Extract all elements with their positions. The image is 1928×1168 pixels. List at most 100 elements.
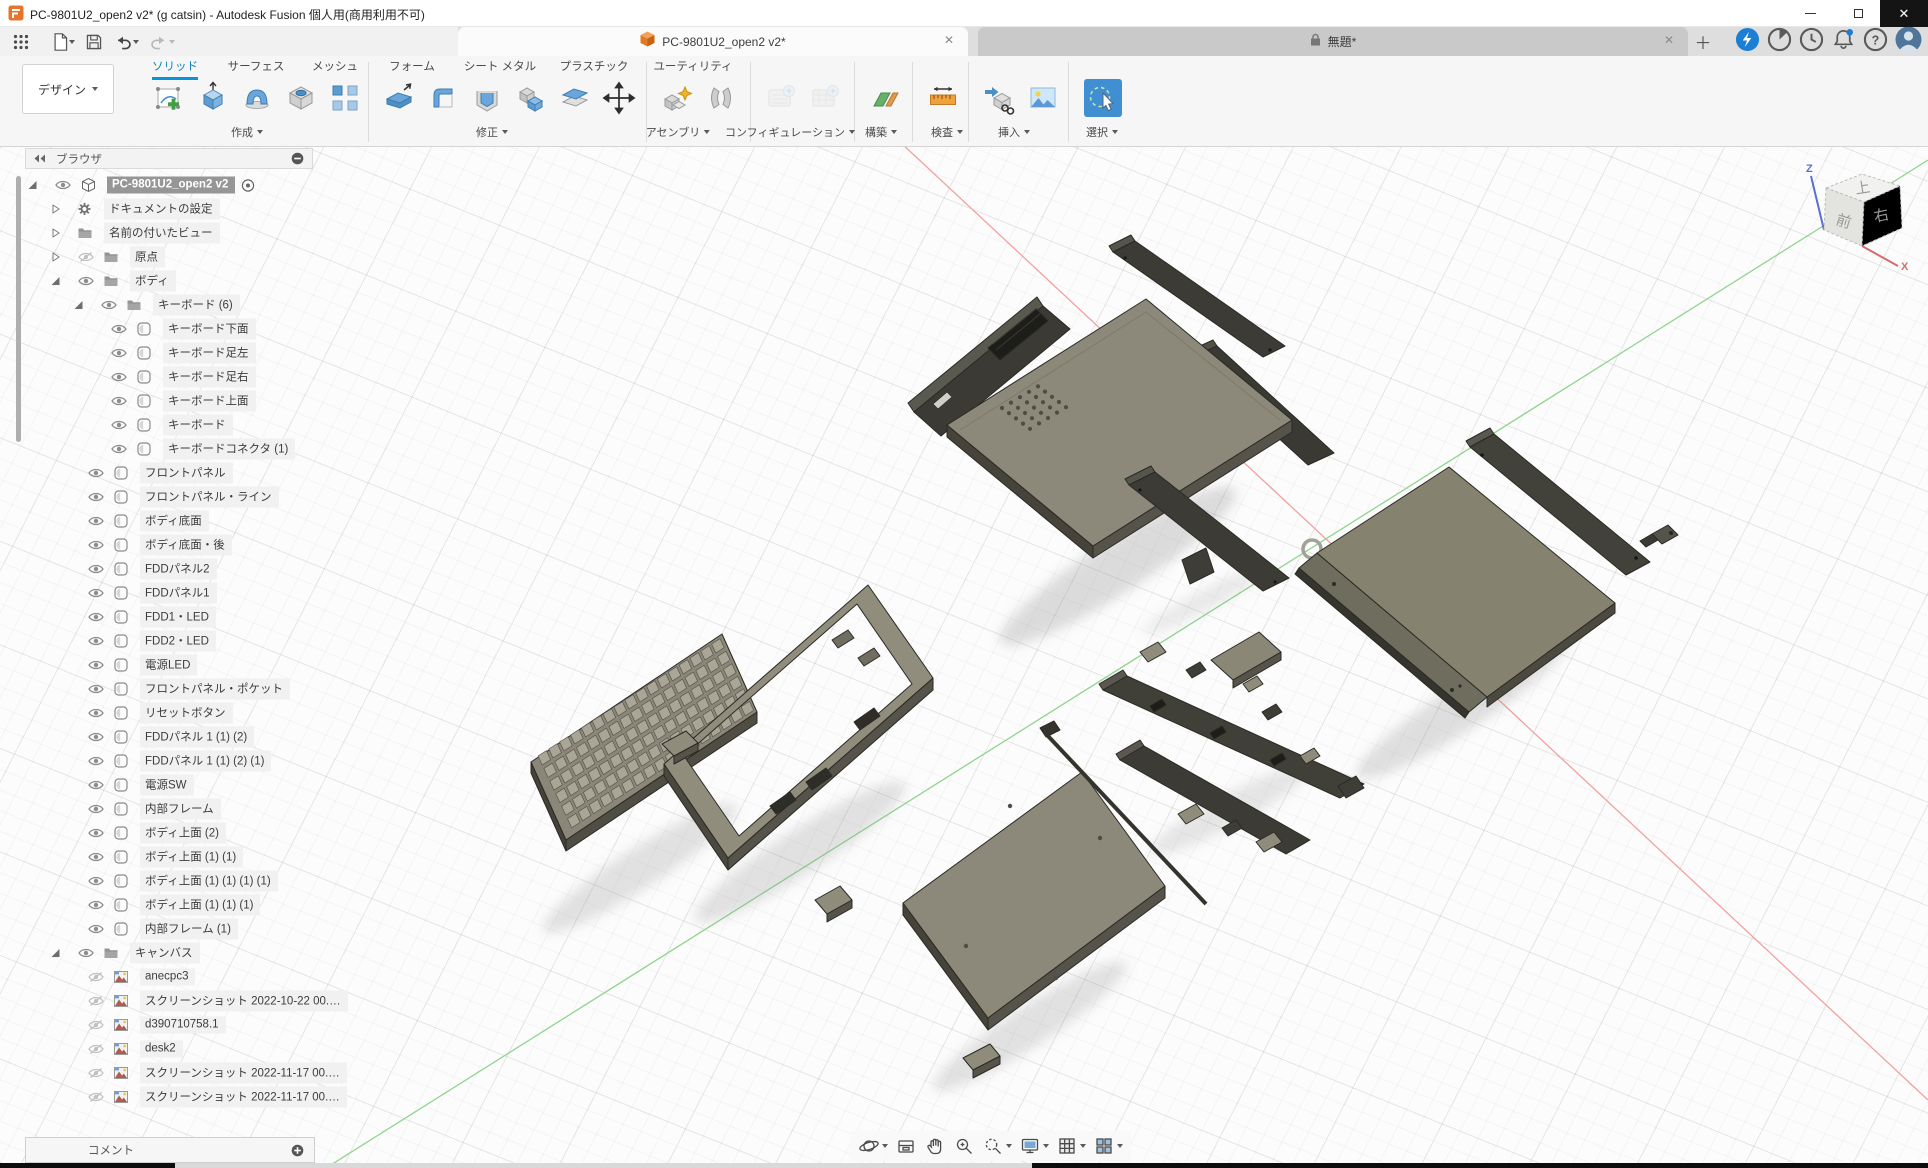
visibility-eye-icon[interactable] <box>111 420 127 431</box>
move-icon[interactable] <box>600 79 638 117</box>
look-at-icon[interactable] <box>893 1133 919 1159</box>
ribbon-tab-2[interactable]: サーフェス <box>228 58 285 77</box>
browser-tree-item[interactable]: ボディ底面・後 <box>0 533 340 557</box>
create-sketch-icon[interactable] <box>150 79 188 117</box>
browser-tree-item[interactable]: anecpc3 <box>0 965 340 989</box>
close-button[interactable]: ✕ <box>1880 0 1928 27</box>
extrude-icon[interactable] <box>194 79 232 117</box>
visibility-eye-icon[interactable] <box>111 348 127 359</box>
ribbon-tab-4[interactable]: フォーム <box>389 58 435 77</box>
visibility-eye-icon[interactable] <box>88 588 104 599</box>
browser-tree-item[interactable]: ボディ上面 (1) (1) (1) <box>0 893 340 917</box>
browser-tree-item[interactable]: フロントパネル・ライン <box>0 485 340 509</box>
visibility-eye-icon[interactable] <box>88 516 104 527</box>
press-pull-icon[interactable] <box>380 79 418 117</box>
pan-icon[interactable] <box>922 1133 948 1159</box>
tree-item-label[interactable]: キーボード下面 <box>163 319 256 340</box>
new-tab-button[interactable]: ＋ <box>1692 30 1714 52</box>
tree-item-label[interactable]: リセットボタン <box>140 703 233 724</box>
ribbon-group-menu[interactable]: アセンブリ <box>646 124 710 140</box>
tree-item-label[interactable]: スクリーンショット 2022-11-17 00.… <box>140 1087 347 1108</box>
combine-icon[interactable] <box>512 79 550 117</box>
tree-item-label[interactable]: FDDパネル2 <box>140 559 217 580</box>
tree-item-label[interactable]: 内部フレーム <box>140 799 221 820</box>
model-bottom-plate[interactable] <box>903 772 1165 1030</box>
browser-tree-item[interactable]: 内部フレーム <box>0 797 340 821</box>
measure-icon[interactable] <box>924 79 962 117</box>
tree-item-label[interactable]: スクリーンショット 2022-11-17 00.… <box>140 1063 347 1084</box>
expand-open-icon[interactable] <box>28 181 37 190</box>
pattern-icon[interactable] <box>326 79 364 117</box>
view-cube[interactable]: Z X 上 前 右 <box>1798 152 1922 274</box>
shell-icon[interactable] <box>468 79 506 117</box>
tree-item-label[interactable]: d390710758.1 <box>140 1017 226 1034</box>
visibility-eye-icon[interactable] <box>55 180 71 191</box>
ribbon-group-menu[interactable]: 検査 <box>931 124 963 140</box>
workspace-selector[interactable]: デザイン <box>22 64 114 114</box>
browser-tree-item[interactable]: ボディ上面 (2) <box>0 821 340 845</box>
visibility-eye-icon[interactable] <box>88 708 104 719</box>
document-tab-active[interactable]: PC-9801U2_open2 v2* ✕ <box>458 27 968 56</box>
visibility-eye-icon[interactable] <box>88 876 104 887</box>
clock-icon[interactable] <box>1799 27 1824 57</box>
maximize-button[interactable] <box>1836 0 1880 27</box>
visibility-eye-icon[interactable] <box>88 564 104 575</box>
tree-item-label[interactable]: キーボード足左 <box>163 343 256 364</box>
expand-open-icon[interactable] <box>51 277 60 286</box>
visibility-eye-icon[interactable] <box>88 804 104 815</box>
zoom-icon[interactable] <box>951 1133 977 1159</box>
ribbon-group-menu[interactable]: コンフィギュレーション <box>725 124 855 140</box>
insert-canvas-icon[interactable] <box>1024 79 1062 117</box>
model-tiny-connector[interactable] <box>1640 525 1678 547</box>
browser-tree-item[interactable]: スクリーンショット 2022-10-22 00.… <box>0 989 340 1013</box>
browser-tree-item[interactable]: キーボード足右 <box>0 365 340 389</box>
browser-tree-item[interactable]: キーボード上面 <box>0 389 340 413</box>
visibility-eye-icon[interactable] <box>78 948 94 959</box>
ribbon-tab-3[interactable]: メッシュ <box>312 58 358 77</box>
visibility-eye-off-icon[interactable] <box>88 1092 104 1103</box>
job-status-icon[interactable] <box>1735 27 1760 57</box>
browser-tree-item[interactable]: 名前の付いたビュー <box>0 221 340 245</box>
hole-icon[interactable] <box>282 79 320 117</box>
undo-icon[interactable] <box>110 29 142 55</box>
expand-open-icon[interactable] <box>74 301 83 310</box>
tree-item-label[interactable]: フロントパネル・ポケット <box>140 679 290 700</box>
browser-tree-item[interactable]: キャンバス <box>0 941 340 965</box>
browser-tree-item[interactable]: フロントパネル <box>0 461 340 485</box>
browser-tree-item[interactable]: ボディ上面 (1) (1) (1) (1) <box>0 869 340 893</box>
visibility-eye-off-icon[interactable] <box>78 252 94 263</box>
browser-tree-item[interactable]: ボディ上面 (1) (1) <box>0 845 340 869</box>
comments-bar[interactable]: コメント <box>25 1137 315 1163</box>
ribbon-tab-1[interactable]: ソリッド <box>152 58 198 80</box>
tree-item-label[interactable]: ボディ底面・後 <box>140 535 232 556</box>
visibility-eye-icon[interactable] <box>111 444 127 455</box>
ribbon-group-menu[interactable]: 構築 <box>865 124 897 140</box>
tree-item-label[interactable]: キャンバス <box>130 943 200 964</box>
visibility-eye-off-icon[interactable] <box>88 972 104 983</box>
grid-settings-icon[interactable] <box>1054 1133 1088 1159</box>
browser-tree-item[interactable]: 電源SW <box>0 773 340 797</box>
visibility-eye-off-icon[interactable] <box>88 996 104 1007</box>
visibility-eye-off-icon[interactable] <box>88 1020 104 1031</box>
add-comment-icon[interactable] <box>291 1144 304 1157</box>
tree-item-label[interactable]: ボディ <box>130 271 176 292</box>
visibility-eye-icon[interactable] <box>88 540 104 551</box>
expand-closed-icon[interactable] <box>51 205 60 214</box>
visibility-eye-icon[interactable] <box>88 900 104 911</box>
tree-item-label[interactable]: ボディ上面 (2) <box>140 823 226 844</box>
browser-tree-item[interactable]: d390710758.1 <box>0 1013 340 1037</box>
ribbon-group-menu[interactable]: 挿入 <box>998 124 1030 140</box>
browser-tree-item[interactable]: FDDパネル1 <box>0 581 340 605</box>
tree-item-label[interactable]: フロントパネル・ライン <box>140 487 279 508</box>
browser-tree-item[interactable]: ボディ <box>0 269 340 293</box>
visibility-eye-icon[interactable] <box>88 924 104 935</box>
browser-tree-item[interactable]: キーボード (6) <box>0 293 340 317</box>
tree-item-label[interactable]: 原点 <box>130 247 165 268</box>
visibility-eye-icon[interactable] <box>88 636 104 647</box>
browser-tree-item[interactable]: フロントパネル・ポケット <box>0 677 340 701</box>
tree-item-label[interactable]: キーボード上面 <box>163 391 256 412</box>
tree-item-label[interactable]: FDDパネル1 <box>140 583 217 604</box>
new-component-icon[interactable] <box>658 79 696 117</box>
tree-item-label[interactable]: 内部フレーム (1) <box>140 919 238 940</box>
browser-tree-item[interactable]: desk2 <box>0 1037 340 1061</box>
